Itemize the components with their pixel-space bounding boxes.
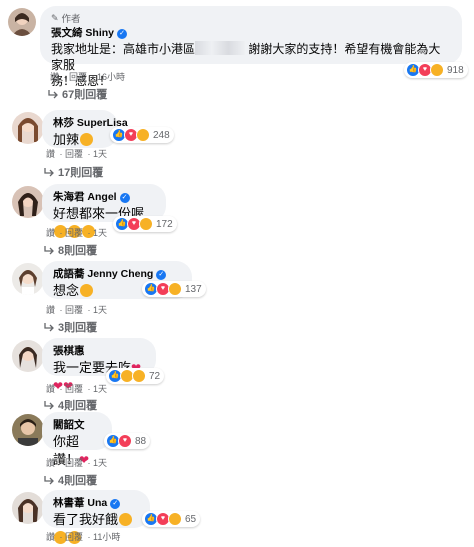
comment-text-content: 加辣 xyxy=(53,132,80,147)
commenter-name[interactable]: 張文綺 Shiny xyxy=(51,27,114,40)
avatar[interactable] xyxy=(12,414,44,446)
timestamp[interactable]: 11小時 xyxy=(93,532,120,542)
smile-emoji-icon xyxy=(119,513,133,526)
reaction-summary[interactable]: 👍 ♥ 172 xyxy=(113,216,177,232)
haha-reaction-icon xyxy=(139,217,153,231)
comment-actions: 讚 · 回覆 · 1天 xyxy=(46,458,108,468)
comment-actions: 讚 · 回覆 · 16小時 xyxy=(50,72,126,82)
author-tag: ✎ 作者 xyxy=(51,11,451,26)
timestamp[interactable]: 1天 xyxy=(93,458,107,468)
verified-icon: ✓ xyxy=(117,28,128,39)
reply-action[interactable]: 回覆 xyxy=(69,72,87,82)
like-action[interactable]: 讚 xyxy=(46,532,55,542)
smile-emoji-icon xyxy=(80,284,94,297)
commenter-name[interactable]: 朱海君 Angel xyxy=(53,191,117,204)
reaction-count: 72 xyxy=(149,370,161,382)
pen-icon: ✎ xyxy=(51,12,59,23)
timestamp[interactable]: 1天 xyxy=(93,228,107,238)
commenter-name[interactable]: 張棋惠 xyxy=(53,345,85,358)
replies-count[interactable]: 4則回覆 xyxy=(58,472,97,488)
view-replies[interactable]: 3則回覆 xyxy=(44,319,97,335)
verified-icon: ✓ xyxy=(110,498,121,509)
comment-bubble: 關韶文 你超讚！❤ xyxy=(42,412,112,467)
replies-count[interactable]: 17則回覆 xyxy=(58,164,103,180)
comment-bubble: ✎ 作者 張文綺 Shiny ✓ 我家地址是：高雄市小港區 謝謝大家的支持！希望有機… xyxy=(40,6,462,88)
reply-action[interactable]: 回覆 xyxy=(65,305,83,315)
like-action[interactable]: 讚 xyxy=(46,305,55,315)
timestamp[interactable]: 1天 xyxy=(93,149,107,159)
like-action[interactable]: 讚 xyxy=(46,228,55,238)
reply-arrow-icon xyxy=(44,401,54,410)
verified-icon: ✓ xyxy=(119,192,130,203)
reaction-summary[interactable]: 👍 72 xyxy=(106,368,165,384)
reaction-summary[interactable]: 👍 ♥ 918 xyxy=(404,62,468,78)
reaction-count: 65 xyxy=(185,513,197,525)
reaction-summary[interactable]: 👍 ♥ 137 xyxy=(142,281,206,297)
avatar[interactable] xyxy=(12,263,44,295)
like-action[interactable]: 讚 xyxy=(46,384,55,394)
avatar[interactable] xyxy=(8,8,36,36)
reply-action[interactable]: 回覆 xyxy=(65,458,83,468)
reaction-summary[interactable]: 👍 ♥ 88 xyxy=(104,433,151,449)
view-replies[interactable]: 4則回覆 xyxy=(44,397,97,413)
comment-actions: 讚 · 回覆 · 1天 xyxy=(46,384,108,394)
reaction-count: 248 xyxy=(153,129,170,141)
replies-count[interactable]: 67則回覆 xyxy=(62,86,107,102)
reply-arrow-icon xyxy=(44,476,54,485)
comment-text-content: 看了我好餓 xyxy=(53,512,119,527)
like-action[interactable]: 讚 xyxy=(50,72,59,82)
reaction-count: 172 xyxy=(156,218,173,230)
comment-actions: 讚 · 回覆 · 11小時 xyxy=(46,532,121,542)
blurred-address xyxy=(195,41,246,55)
care-reaction-icon xyxy=(430,63,444,77)
view-replies[interactable]: 4則回覆 xyxy=(44,472,97,488)
view-replies[interactable]: 17則回覆 xyxy=(44,164,103,180)
like-action[interactable]: 讚 xyxy=(46,149,55,159)
haha-reaction-icon xyxy=(136,128,150,142)
comment-actions: 讚 · 回覆 · 1天 xyxy=(46,228,108,238)
timestamp[interactable]: 1天 xyxy=(93,305,107,315)
grin-emoji-icon xyxy=(80,133,94,146)
wow-reaction-icon xyxy=(132,369,146,383)
replies-count[interactable]: 8則回覆 xyxy=(58,242,97,258)
view-replies[interactable]: 8則回覆 xyxy=(44,242,97,258)
timestamp[interactable]: 16小時 xyxy=(97,72,125,82)
verified-icon: ✓ xyxy=(156,269,167,280)
reaction-count: 88 xyxy=(135,435,147,447)
reply-arrow-icon xyxy=(44,323,54,332)
avatar[interactable] xyxy=(12,112,44,144)
reply-action[interactable]: 回覆 xyxy=(65,149,83,159)
reaction-count: 918 xyxy=(447,64,464,76)
reply-arrow-icon xyxy=(44,246,54,255)
commenter-name[interactable]: 成語蕎 Jenny Cheng xyxy=(53,268,153,281)
commenter-name[interactable]: 林書葦 Una xyxy=(53,497,107,510)
like-action[interactable]: 讚 xyxy=(46,458,55,468)
replies-count[interactable]: 3則回覆 xyxy=(58,319,97,335)
reaction-count: 137 xyxy=(185,283,202,295)
avatar[interactable] xyxy=(12,186,44,218)
view-replies[interactable]: 67則回覆 xyxy=(48,86,107,102)
author-tag-label: 作者 xyxy=(61,14,81,25)
comment-bubble: 林莎 SuperLisa 加辣 xyxy=(42,110,128,148)
reaction-summary[interactable]: 👍 ♥ 65 xyxy=(142,511,201,527)
care-reaction-icon xyxy=(168,512,182,526)
timestamp[interactable]: 1天 xyxy=(93,384,107,394)
replies-count[interactable]: 4則回覆 xyxy=(58,397,97,413)
reply-action[interactable]: 回覆 xyxy=(65,384,83,394)
comment-text-part1: 我家地址是：高雄市小港區 xyxy=(51,42,196,56)
reply-arrow-icon xyxy=(44,168,54,177)
comment-actions: 讚 · 回覆 · 1天 xyxy=(46,149,108,159)
avatar[interactable] xyxy=(12,492,44,524)
comment-bubble: 林書葦 Una ✓ 看了我好餓 xyxy=(42,490,150,544)
commenter-name[interactable]: 關韶文 xyxy=(53,419,85,432)
reply-action[interactable]: 回覆 xyxy=(65,532,83,542)
avatar[interactable] xyxy=(12,340,44,372)
comment-actions: 讚 · 回覆 · 1天 xyxy=(46,305,108,315)
reply-arrow-icon xyxy=(48,90,58,99)
comment-text-content: 想念 xyxy=(53,283,80,298)
love-reaction-icon: ♥ xyxy=(118,434,132,448)
reply-action[interactable]: 回覆 xyxy=(65,228,83,238)
care-reaction-icon xyxy=(168,282,182,296)
reaction-summary[interactable]: 👍 ♥ 248 xyxy=(110,127,174,143)
